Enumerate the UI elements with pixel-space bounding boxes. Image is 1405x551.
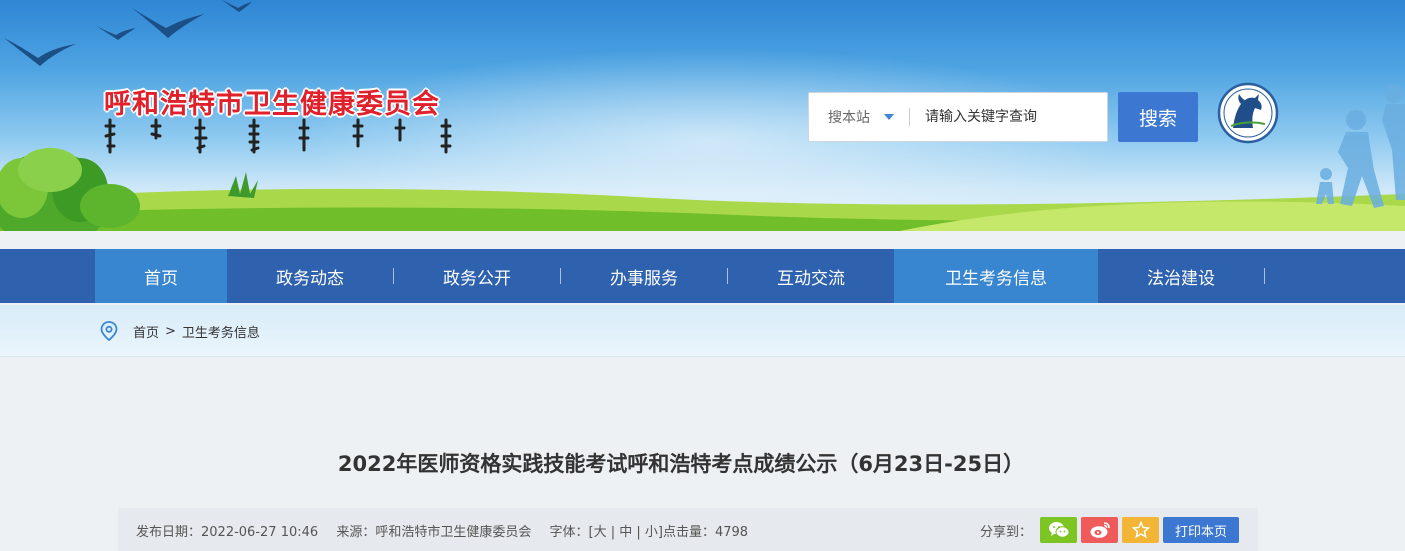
weibo-icon	[1090, 522, 1110, 538]
breadcrumb-home-link[interactable]: 首页	[133, 322, 159, 341]
search-input[interactable]	[925, 105, 1095, 129]
mongolian-script-title	[104, 118, 452, 154]
nav-label: 政务动态	[276, 268, 344, 289]
date-label: 发布日期：	[136, 525, 202, 540]
nav-item-rule-of-law[interactable]: 法治建设	[1098, 249, 1264, 303]
nav-item-health-exam-info[interactable]: 卫生考务信息	[894, 249, 1098, 303]
star-icon	[1131, 521, 1150, 539]
share-wechat-button[interactable]	[1040, 517, 1077, 543]
location-pin-icon	[100, 321, 118, 341]
nav-label: 互动交流	[777, 268, 845, 289]
breadcrumb-current[interactable]: 卫生考务信息	[182, 322, 260, 341]
views-label: 点击量：	[662, 525, 715, 540]
nav-label: 法治建设	[1147, 268, 1215, 289]
article-meta: 发布日期：2022-06-27 10:46 来源：呼和浩特市卫生健康委员会 字体…	[136, 521, 748, 540]
nav-item-services[interactable]: 办事服务	[561, 249, 727, 303]
header-banner: 呼和浩特市卫生健康委员会 搜本站 搜索	[0, 0, 1405, 231]
nav-item-home[interactable]: 首页	[95, 249, 227, 303]
add-favorite-button[interactable]	[1122, 517, 1159, 543]
nav-label: 办事服务	[610, 268, 678, 289]
caret-down-icon	[884, 114, 894, 120]
breadcrumb-separator: >	[165, 323, 176, 339]
main-nav: 首页 政务动态 政务公开 办事服务 互动交流 卫生考务信息 法治建设	[0, 249, 1405, 303]
horse-emblem-icon[interactable]	[1217, 82, 1279, 144]
nav-label: 首页	[144, 268, 178, 289]
print-page-button[interactable]: 打印本页	[1163, 517, 1239, 543]
share-label: 分享到：	[980, 525, 1033, 540]
nav-item-interaction[interactable]: 互动交流	[728, 249, 894, 303]
article-title: 2022年医师资格实践技能考试呼和浩特考点成绩公示（6月23日-25日）	[337, 452, 1025, 476]
nav-label: 卫生考务信息	[945, 268, 1047, 289]
nav-label: 政务公开	[443, 268, 511, 289]
search-box: 搜本站	[808, 92, 1108, 142]
search-divider	[909, 108, 910, 126]
share-weibo-button[interactable]	[1081, 517, 1118, 543]
publish-date: 2022-06-27 10:46	[201, 525, 319, 540]
views-count: 4798	[714, 525, 749, 540]
birds-decoration	[4, 0, 252, 66]
search-scope-label: 搜本站	[828, 110, 870, 126]
breadcrumb: 首页 > 卫生考务信息	[100, 321, 260, 341]
breadcrumb-bar: 首页 > 卫生考务信息	[0, 305, 1405, 357]
wechat-icon	[1048, 522, 1069, 538]
running-figures	[1316, 85, 1405, 208]
search-button[interactable]: 搜索	[1118, 92, 1198, 142]
search-scope-dropdown[interactable]: 搜本站	[809, 93, 909, 141]
source-label: 来源：	[336, 525, 376, 540]
font-size-label: 字体：	[549, 525, 589, 540]
nav-item-government-affairs[interactable]: 政务公开	[394, 249, 560, 303]
font-size-options[interactable]: [大 | 中 | 小]	[589, 525, 663, 540]
nav-item-government-news[interactable]: 政务动态	[227, 249, 393, 303]
source-value: 呼和浩特市卫生健康委员会	[375, 525, 532, 540]
article-meta-bar: 发布日期：2022-06-27 10:46 来源：呼和浩特市卫生健康委员会 字体…	[118, 508, 1258, 551]
nav-divider	[1264, 268, 1265, 284]
